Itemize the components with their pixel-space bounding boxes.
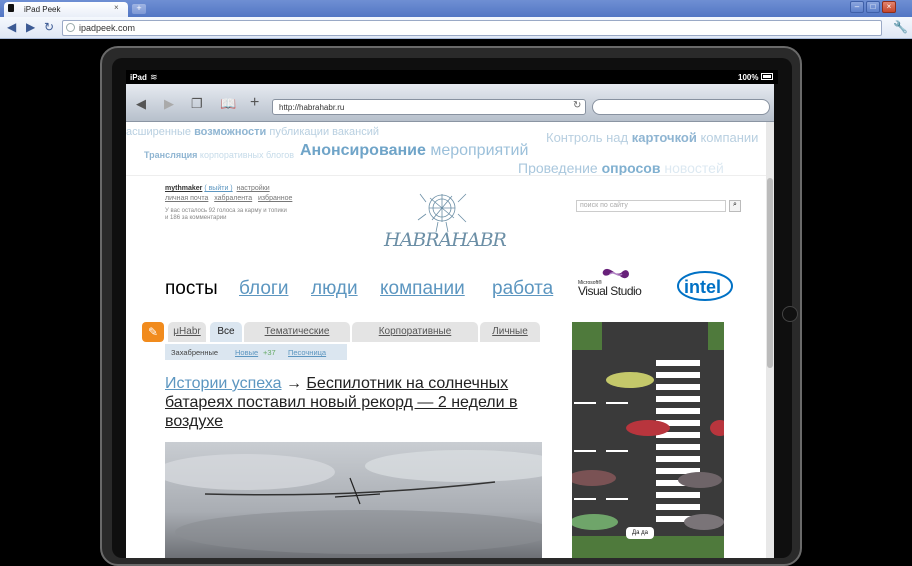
- wrench-icon[interactable]: 🔧: [893, 20, 908, 34]
- hub-arrow: →: [285, 375, 302, 392]
- safari-pages-icon[interactable]: ❐: [191, 96, 203, 112]
- safari-reload-icon[interactable]: ↻: [573, 100, 581, 111]
- subtab-new[interactable]: Новые: [235, 348, 258, 357]
- banner-confirm-button[interactable]: Да да: [626, 527, 654, 539]
- safari-forward-icon[interactable]: ▶: [164, 96, 174, 112]
- habrahabr-logo[interactable]: HABRAHABR: [380, 186, 510, 262]
- intel-logo[interactable]: intel: [676, 268, 734, 304]
- subtabs-bar: Захабренные Новые +37 Песочница: [165, 344, 347, 360]
- username-link[interactable]: mythmaker: [165, 185, 202, 192]
- wifi-icon: ≋: [150, 72, 158, 82]
- ipad-favicon-icon: [8, 4, 14, 12]
- subtab-new-count: +37: [263, 348, 276, 357]
- svg-text:HABRAHABR: HABRAHABR: [383, 229, 507, 251]
- safari-bookmarks-icon[interactable]: 📖: [220, 96, 236, 112]
- ticker-row[interactable]: Трансляция корпоративных блогов: [144, 150, 294, 160]
- tab-thematic[interactable]: Тематические: [244, 322, 350, 342]
- ticker-row[interactable]: Проведение опросов новостей: [518, 160, 724, 175]
- svg-text:Visual Studio: Visual Studio: [578, 284, 642, 298]
- site-search-placeholder: поиск по сайту: [580, 202, 628, 209]
- minimize-button[interactable]: –: [850, 1, 864, 13]
- nav-blogs[interactable]: блоги: [239, 278, 288, 300]
- back-icon[interactable]: ◀: [7, 20, 16, 34]
- subtab-sandbox[interactable]: Песочница: [288, 348, 326, 357]
- feature-ticker: асширенные возможности публикации ваканс…: [126, 122, 766, 176]
- nav-people[interactable]: люди: [311, 278, 358, 300]
- logout-link[interactable]: ( выйти ): [204, 185, 232, 192]
- tab-corporate[interactable]: Корпоративные: [352, 322, 478, 342]
- address-bar[interactable]: ipadpeek.com: [62, 20, 882, 36]
- settings-link[interactable]: настройки: [237, 185, 270, 192]
- tab-personal[interactable]: Личные: [480, 322, 540, 342]
- device-label: iPad: [130, 73, 147, 82]
- user-links: личная почта хабрален­та избранное: [165, 195, 292, 202]
- favorites-link[interactable]: избранное: [258, 195, 292, 202]
- tab-all[interactable]: Все: [210, 322, 242, 342]
- ticker-row[interactable]: асширенные возможности публикации ваканс…: [126, 126, 379, 138]
- user-panel: mythmaker ( выйти ) настройки: [165, 185, 270, 192]
- new-tab-button[interactable]: +: [132, 4, 146, 14]
- tab-close-icon[interactable]: ×: [114, 3, 119, 12]
- svg-text:intel: intel: [684, 277, 721, 297]
- safari-search-field[interactable]: [592, 99, 770, 115]
- forward-icon[interactable]: ▶: [26, 20, 35, 34]
- tab-microhabr[interactable]: μHabr: [168, 322, 206, 342]
- nav-jobs[interactable]: работа: [492, 278, 553, 300]
- visual-studio-logo[interactable]: Microsoft® Visual Studio: [576, 266, 658, 298]
- ticker-row[interactable]: Анонсирование мероприятий: [300, 142, 528, 160]
- page-scrollbar-thumb[interactable]: [767, 178, 773, 368]
- safari-url-field[interactable]: http://habrahabr.ru: [272, 99, 586, 115]
- votes-note: У вас осталось 92 голоса за карму и топи…: [165, 208, 287, 214]
- ipad-status-bar: [126, 70, 778, 84]
- tab-title: iPad Peek: [24, 5, 61, 14]
- article-photo: [165, 442, 542, 558]
- article-title: Истории успеха → Беспилотник на солнечны…: [165, 374, 545, 431]
- close-window-button[interactable]: ×: [882, 1, 896, 13]
- nav-posts[interactable]: посты: [165, 278, 218, 300]
- maximize-button[interactable]: □: [866, 1, 880, 13]
- browser-tab[interactable]: iPad Peek: [4, 2, 128, 17]
- battery-icon: [761, 73, 773, 80]
- battery-percent: 100%: [738, 73, 759, 82]
- safari-back-icon[interactable]: ◀: [136, 96, 146, 112]
- ticker-row[interactable]: Контроль над карточкой компании: [546, 130, 758, 145]
- tape-link[interactable]: хабрален­та: [214, 195, 252, 202]
- subtab-favorites[interactable]: Захабренные: [171, 348, 218, 357]
- votes-note: и 186 за комментарии: [165, 215, 227, 221]
- banner-ad[interactable]: [572, 322, 724, 558]
- safari-add-icon[interactable]: +: [250, 94, 259, 112]
- site-search-input[interactable]: поиск по сайту: [576, 200, 726, 212]
- nav-companies[interactable]: компании: [380, 278, 465, 300]
- mail-link[interactable]: личная почта: [165, 195, 208, 202]
- site-search-icon[interactable]: ⌕: [729, 200, 741, 212]
- address-text: ipadpeek.com: [79, 23, 136, 33]
- safari-url-text: http://habrahabr.ru: [279, 103, 345, 112]
- globe-icon: [66, 23, 75, 32]
- reload-icon[interactable]: ↻: [44, 20, 54, 34]
- ipad-home-button[interactable]: [782, 306, 798, 322]
- hub-link[interactable]: Истории успеха: [165, 375, 282, 392]
- write-post-icon[interactable]: ✎: [142, 322, 164, 342]
